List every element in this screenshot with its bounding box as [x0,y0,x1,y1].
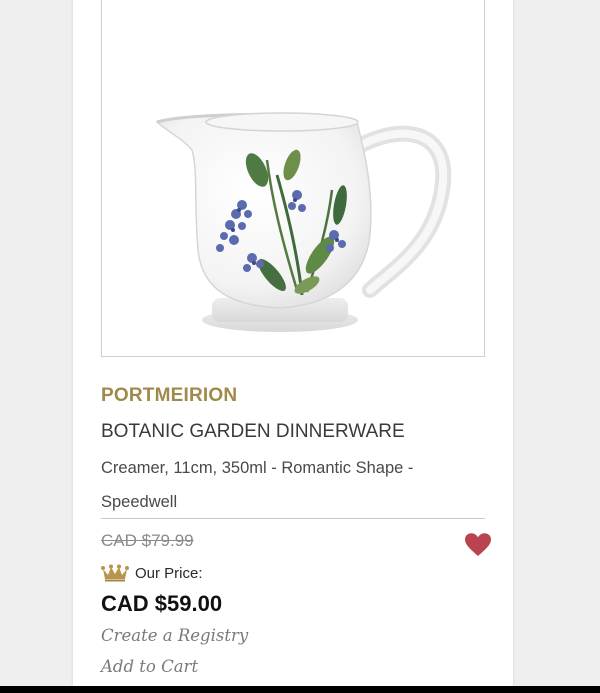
product-description[interactable]: Creamer, 11cm, 350ml - Romantic Shape - … [101,451,461,519]
create-registry-link[interactable]: Create a Registry [101,626,248,645]
system-bottom-bar [0,686,600,693]
divider [101,518,485,519]
collection-name[interactable]: BOTANIC GARDEN DINNERWARE [101,421,405,443]
crown-icon [101,564,129,582]
brand-name[interactable]: PORTMEIRION [101,385,237,407]
original-price: CAD $79.99 [101,531,194,550]
heart-icon [465,533,491,556]
add-to-cart-link[interactable]: Add to Cart [101,657,198,676]
our-price-label: Our Price: [135,564,203,582]
product-image[interactable] [101,0,485,357]
wishlist-button[interactable] [464,532,492,558]
sale-price: CAD $59.00 [101,591,223,616]
product-card: PORTMEIRION BOTANIC GARDEN DINNERWARE Cr… [73,0,513,686]
our-price-row: Our Price: [101,562,203,584]
creamer-illustration [155,112,452,332]
